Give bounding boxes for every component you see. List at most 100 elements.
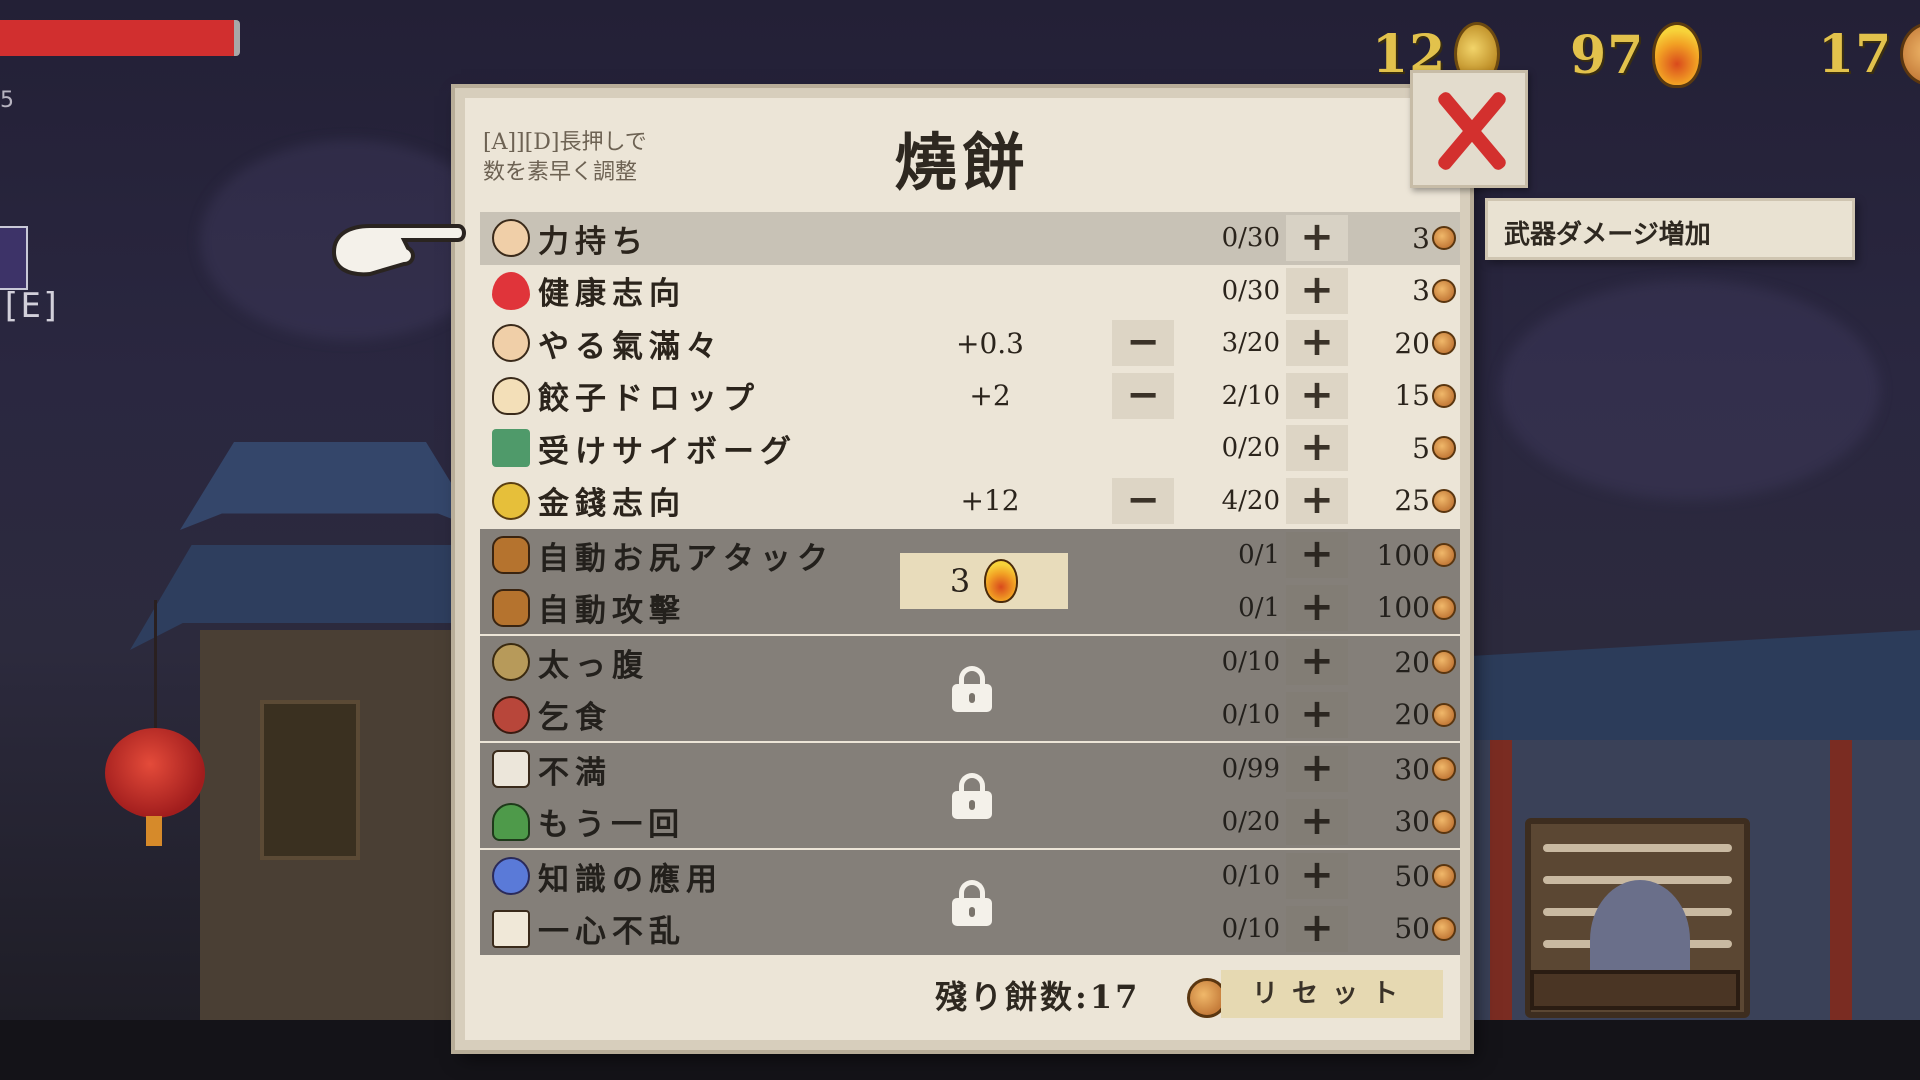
upgrade-row[interactable]: 餃子ドロップ +2 − 2/10 +15	[480, 370, 1460, 423]
mochi-coin-icon	[1432, 864, 1456, 889]
remaining-mochi-label: 殘り餅数:17	[935, 978, 1141, 1016]
cloud	[1500, 280, 1880, 500]
book-icon	[492, 429, 530, 468]
decrease-button[interactable]: −	[1112, 477, 1174, 524]
cheer-icon	[492, 324, 530, 363]
increase-button[interactable]: +	[1286, 532, 1348, 579]
increase-button[interactable]: +	[1286, 584, 1348, 631]
temple-upper-roof	[180, 442, 480, 530]
thumb-icon	[492, 588, 530, 627]
mochi-coin-icon	[1432, 809, 1456, 834]
upgrade-level: 0/30	[1221, 223, 1280, 254]
heart-icon	[492, 271, 530, 310]
unlock-cost-value: 3	[949, 562, 971, 600]
upgrade-level: 0/99	[1221, 754, 1280, 785]
increase-button[interactable]: +	[1286, 320, 1348, 367]
increase-button[interactable]: +	[1286, 853, 1348, 900]
upgrade-cost: 30	[1394, 805, 1430, 839]
mochi-coin-icon	[1432, 757, 1456, 782]
increase-button[interactable]: +	[1286, 691, 1348, 738]
upgrade-row[interactable]: 力持ち 0/30 +3	[480, 212, 1460, 265]
upgrade-list: 力持ち 0/30 +3 健康志向 0/30 +3 やる氣滿々 +0.3−3/20 +20 餃子ドロ…	[480, 212, 1460, 955]
bench	[1530, 970, 1740, 1010]
pointing-hand-cursor	[331, 224, 466, 277]
lock-icon	[952, 773, 992, 819]
upgrade-cost: 3	[1412, 221, 1430, 255]
upgrade-cost: 50	[1394, 912, 1430, 946]
upgrade-level: 0/10	[1221, 699, 1280, 730]
upgrade-level: 2/10	[1221, 380, 1280, 411]
mochi-coin-icon	[1900, 22, 1920, 86]
increase-button[interactable]: +	[1286, 425, 1348, 472]
skill-slot	[0, 226, 28, 290]
mochi-coin-icon	[1432, 383, 1456, 408]
increase-button[interactable]: +	[1286, 267, 1348, 314]
increase-button[interactable]: +	[1286, 639, 1348, 686]
increase-button[interactable]: +	[1286, 215, 1348, 262]
lock-keyhole	[969, 800, 975, 810]
increase-button[interactable]: +	[1286, 477, 1348, 524]
lantern-string	[154, 600, 157, 730]
coins-icon	[492, 481, 530, 520]
upgrade-cost: 50	[1394, 859, 1430, 893]
upgrade-cost: 20	[1394, 326, 1430, 360]
mochi-coin-icon	[1432, 331, 1456, 356]
upgrade-row[interactable]: 金錢志向 +12 − 4/20 +25	[480, 475, 1460, 528]
red-lantern	[105, 728, 205, 818]
upgrade-level: 0/20	[1221, 806, 1280, 837]
flame-gem-count: 97	[1570, 24, 1645, 86]
shelf-scroll	[1543, 844, 1732, 852]
close-button[interactable]	[1410, 70, 1528, 188]
upgrade-name: 知識の應用	[538, 861, 723, 898]
health-bar	[0, 20, 240, 56]
upgrade-cost: 20	[1394, 698, 1430, 732]
thumb-icon	[492, 536, 530, 575]
mochi-coin-icon	[1432, 650, 1456, 675]
decrease-button[interactable]: −	[1112, 320, 1174, 367]
reset-button[interactable]: リセット	[1221, 970, 1443, 1018]
flame-gem-icon	[1652, 22, 1703, 88]
locked-upgrade-group: 知識の應用 0/10 +50 一心不乱 0/10 +50	[480, 850, 1460, 955]
upgrade-tooltip: 武器ダメージ増加	[1485, 198, 1855, 260]
upgrade-name: 自動攻擊	[538, 593, 686, 630]
upgrade-name: やる氣滿々	[538, 328, 723, 365]
hall-pillar	[1830, 740, 1852, 1040]
upgrade-level: 4/20	[1221, 485, 1280, 516]
increase-button[interactable]: +	[1286, 905, 1348, 952]
upgrade-level: 0/20	[1221, 433, 1280, 464]
decrease-button[interactable]: −	[1112, 372, 1174, 419]
upgrade-row[interactable]: 健康志向 0/30 +3	[480, 265, 1460, 318]
upgrade-cost: 30	[1394, 752, 1430, 786]
locked-upgrade-group: 自動お尻アタック 0/1 +100 自動攻擊 0/1 +100 3	[480, 529, 1460, 634]
increase-button[interactable]: +	[1286, 372, 1348, 419]
beg-icon	[492, 695, 530, 734]
dice-icon	[492, 750, 530, 789]
temple-door	[260, 700, 360, 860]
locked-upgrade-group: 太っ腹 0/10 +20 乞食 0/10 +20	[480, 636, 1460, 741]
flame-gem-counter: 97	[1570, 22, 1703, 88]
hud-side-number: 5	[0, 88, 14, 113]
dna-icon	[492, 857, 530, 896]
belly-icon	[492, 643, 530, 682]
upgrade-name: 力持ち	[538, 223, 649, 260]
upgrade-level: 3/20	[1221, 328, 1280, 359]
increase-button[interactable]: +	[1286, 746, 1348, 793]
lock-icon	[952, 880, 992, 926]
mushroom-icon	[492, 802, 530, 841]
increase-button[interactable]: +	[1286, 798, 1348, 845]
upgrade-bonus: +2	[969, 379, 1011, 413]
fist-icon	[492, 219, 530, 258]
mochi-coin-icon	[1432, 595, 1456, 620]
upgrade-name: 金錢志向	[538, 486, 686, 523]
upgrade-bonus: +0.3	[956, 326, 1024, 360]
upgrade-row[interactable]: 受けサイボーグ 0/20 +5	[480, 422, 1460, 475]
upgrade-cost: 5	[1412, 431, 1430, 465]
panel-footer: 殘り餅数:17 リセット	[465, 960, 1460, 1030]
mochi-coin-icon	[1432, 702, 1456, 727]
lock-keyhole	[969, 907, 975, 917]
unlock-cost-button[interactable]: 3	[900, 553, 1068, 609]
upgrade-row[interactable]: やる氣滿々 +0.3 − 3/20 +20	[480, 317, 1460, 370]
upgrade-level: 0/10	[1221, 861, 1280, 892]
upgrade-name: 不満	[538, 754, 612, 791]
upgrade-panel: [A]][D]長押しで 数を素早く調整 燒餅 力持ち 0/30 +3 健康志向 0/30…	[455, 88, 1470, 1050]
